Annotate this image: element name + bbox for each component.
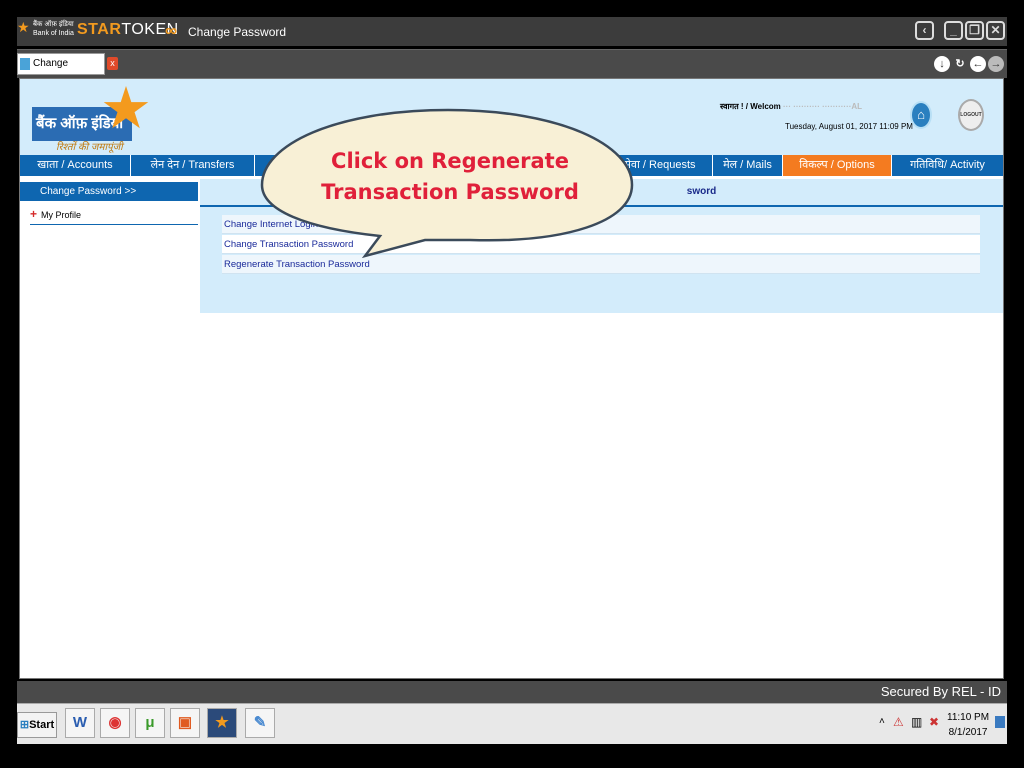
paint-icon[interactable]: ✎ <box>245 708 275 738</box>
back-icon[interactable]: ← <box>970 56 986 72</box>
start-button[interactable]: ⊞Start <box>17 712 57 738</box>
office-icon[interactable]: ▣ <box>170 708 200 738</box>
show-hidden-icons-icon[interactable]: ˄ <box>879 716 885 727</box>
show-desktop-icon[interactable] <box>995 716 1005 728</box>
startoken-icon[interactable]: ★ <box>207 708 237 738</box>
sidebar-item-my-profile[interactable]: + My Profile <box>30 204 198 225</box>
sidebar-heading-change-password[interactable]: Change Password >> <box>20 182 198 201</box>
menu-transfers[interactable]: लेन देन / Transfers <box>131 155 255 176</box>
clock-time: 11:10 PM <box>947 712 990 723</box>
menu-mails[interactable]: मेल / Mails <box>713 155 783 176</box>
infinity-icon: ∞ <box>165 21 178 40</box>
startoken-star-text: STAR <box>77 21 122 38</box>
welcome-text: स्वागत ! / Welcom ··· ·········· ·······… <box>720 101 862 112</box>
word-icon[interactable]: W <box>65 708 95 738</box>
welcome-username: ··· ·········· ···········AL <box>783 102 863 111</box>
tab-close-icon[interactable]: x <box>107 57 118 70</box>
utorrent-icon[interactable]: μ <box>135 708 165 738</box>
secured-by-label: Secured By REL - ID <box>880 684 1001 699</box>
menu-activity[interactable]: गतिविधि/ Activity <box>892 155 1003 176</box>
welcome-label: स्वागत ! / Welcom <box>720 102 781 111</box>
chrome-icon[interactable]: ◉ <box>100 708 130 738</box>
restore-button[interactable]: ❐ <box>965 21 984 40</box>
system-clock[interactable]: 11:10 PM 8/1/2017 <box>947 710 989 740</box>
windows-taskbar: ⊞Start W ◉ μ ▣ ★ ✎ ˄ ⚠ ▥ ✖ 11:10 PM 8/1/… <box>17 703 1007 744</box>
bank-header: बैंक ऑफ़ इंडिया ★ रिश्तों की जमापूंजी स्… <box>20 79 1003 155</box>
startoken-logo: STARTOKEN <box>77 21 179 39</box>
bank-star-icon: ★ <box>17 19 30 35</box>
close-button[interactable]: ✕ <box>986 21 1005 40</box>
link-change-transaction-password[interactable]: Change Transaction Password <box>222 235 980 254</box>
home-icon[interactable]: ⌂ <box>910 101 932 129</box>
download-icon[interactable]: ↓ <box>934 56 950 72</box>
link-regenerate-transaction-password[interactable]: Regenerate Transaction Password <box>222 255 980 274</box>
logout-button[interactable]: LOGOUT <box>958 99 984 131</box>
windows-logo-icon: ⊞ <box>19 719 30 731</box>
action-center-icon[interactable]: ✖ <box>929 715 939 729</box>
security-icon[interactable]: ⚠ <box>893 715 904 729</box>
status-bar: Secured By REL - ID <box>17 681 1007 703</box>
refresh-icon[interactable]: ↻ <box>952 56 968 72</box>
panel-title-text: sword <box>686 186 717 197</box>
callout-line-1: Click on Regenerate <box>331 149 569 173</box>
bank-tagline: रिश्तों की जमापूंजी <box>56 142 123 153</box>
system-tray: ˄ ⚠ ▥ ✖ 11:10 PM 8/1/2017 <box>877 708 1007 740</box>
link-change-login-password[interactable]: Change Internet Login Pass <box>222 215 980 234</box>
callout-line-2: Transaction Password <box>321 180 579 204</box>
network-icon[interactable]: ▥ <box>911 715 922 729</box>
menu-accounts[interactable]: खाता / Accounts <box>20 155 131 176</box>
login-datetime: Tuesday, August 01, 2017 11:09 PM <box>785 122 913 131</box>
page-icon <box>20 58 30 70</box>
tab-bar: Change Passw... x ↓ ↻ ← → <box>17 49 1007 89</box>
forward-icon[interactable]: → <box>988 56 1004 72</box>
start-label: Start <box>29 719 55 731</box>
logo-star-icon: ★ <box>100 76 152 141</box>
plus-icon: + <box>30 207 38 221</box>
window-title: Change Password <box>188 25 287 39</box>
clock-date: 8/1/2017 <box>948 727 988 738</box>
left-panel: Change Password >> + My Profile <box>20 182 198 225</box>
sidebar-item-label: My Profile <box>41 210 82 220</box>
menu-options[interactable]: विकल्प / Options <box>783 155 892 176</box>
callout-text: Click on Regenerate Transaction Password <box>290 146 610 208</box>
window-title-bar: ★ बैंक ऑफ़ इंडिया Bank of India STARTOKE… <box>17 17 1007 46</box>
keyboard-switch-icon[interactable]: ‹ <box>915 21 934 40</box>
menu-requests[interactable]: सेवा / Requests <box>607 155 713 176</box>
tab-change-password[interactable]: Change Passw... x <box>17 53 118 89</box>
minimize-button[interactable]: _ <box>944 21 963 40</box>
